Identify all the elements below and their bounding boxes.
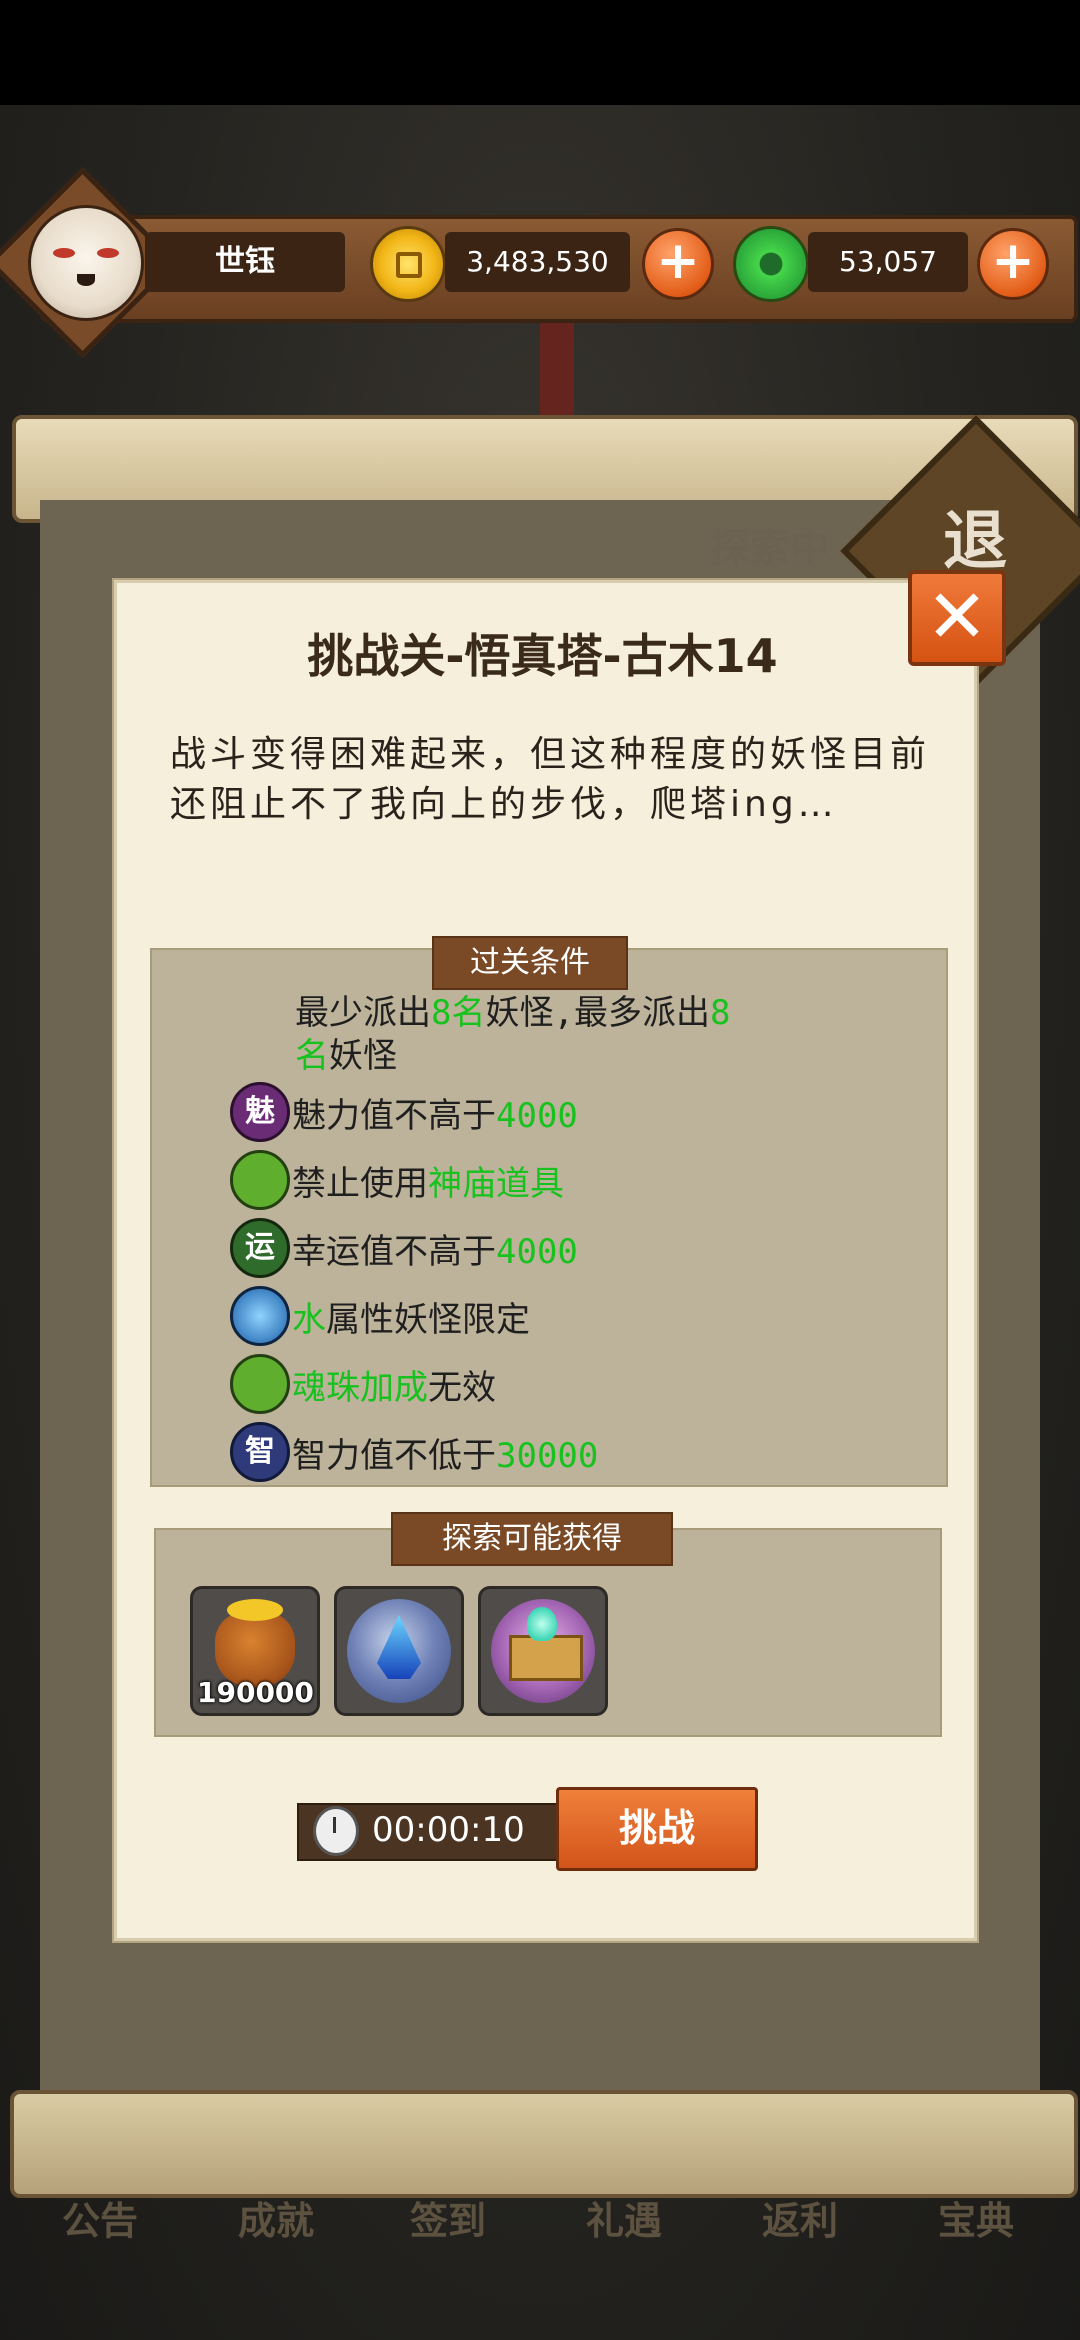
condition-wisdom: 智力值不低于30000 bbox=[292, 1428, 598, 1477]
gold-coins bbox=[227, 1599, 283, 1621]
charm-icon: 魅 bbox=[230, 1082, 290, 1142]
jade-icon bbox=[733, 226, 809, 302]
fox-mask-avatar[interactable] bbox=[28, 205, 144, 321]
scroll-bottom-rod bbox=[10, 2090, 1078, 2198]
add-jade-button[interactable]: + bbox=[977, 228, 1049, 300]
jade-amount: 53,057 bbox=[839, 245, 937, 278]
rewards-label: 探索可能获得 bbox=[391, 1512, 673, 1566]
spirit-flame bbox=[527, 1607, 557, 1641]
condition-text: 魅力值不高于 bbox=[292, 1096, 496, 1136]
dialog-title: 挑战关-悟真塔-古木14 bbox=[307, 629, 778, 683]
water-drop-icon bbox=[230, 1286, 290, 1346]
condition-text: 智力值不低于 bbox=[292, 1436, 496, 1476]
tab-achievements[interactable]: 成就 bbox=[238, 2190, 314, 2245]
tab-gifts[interactable]: 礼遇 bbox=[586, 2190, 662, 2245]
reward-count: 190000 bbox=[197, 1676, 314, 1709]
condition-text: 属性妖怪限定 bbox=[326, 1300, 530, 1340]
condition-value: 魂珠加成 bbox=[292, 1368, 428, 1408]
condition-water-only: 水属性妖怪限定 bbox=[292, 1292, 530, 1341]
tab-checkin[interactable]: 签到 bbox=[410, 2190, 486, 2245]
dispatch-max-count: 8 bbox=[709, 993, 731, 1033]
gold-coin-icon bbox=[370, 226, 446, 302]
dispatch-text: 最少派出 bbox=[295, 993, 431, 1033]
dispatch-rule-line1: 最少派出8名妖怪,最多派出8 bbox=[295, 985, 730, 1034]
soul-orb-icon bbox=[230, 1354, 290, 1414]
exit-diamond-label: 退 bbox=[943, 505, 1007, 579]
player-name: 世钰 bbox=[215, 244, 275, 279]
dispatch-min-count: 8名 bbox=[431, 993, 486, 1033]
dispatch-text: 妖怪,最多派出 bbox=[485, 993, 710, 1033]
tab-announcement[interactable]: 公告 bbox=[62, 2190, 138, 2245]
condition-value: 4000 bbox=[496, 1096, 578, 1136]
book-shape bbox=[509, 1635, 583, 1681]
condition-soul-orb: 魂珠加成无效 bbox=[292, 1360, 496, 1409]
reward-slot-crystal[interactable] bbox=[334, 1586, 464, 1716]
reward-slot-gold[interactable]: 190000 bbox=[190, 1586, 320, 1716]
tab-guide[interactable]: 宝典 bbox=[938, 2190, 1014, 2245]
add-gold-button[interactable]: + bbox=[642, 228, 714, 300]
dispatch-text: 妖怪 bbox=[329, 1036, 397, 1076]
condition-no-temple-items: 禁止使用神庙道具 bbox=[292, 1156, 564, 1205]
luck-icon: 运 bbox=[230, 1218, 290, 1278]
dialog-description: 战斗变得困难起来，但这种程度的妖怪目前还阻止不了我向上的步伐，爬塔ing… bbox=[170, 734, 931, 825]
timer-text: 00:00:10 bbox=[372, 1810, 525, 1850]
reward-slot-spellbook[interactable] bbox=[478, 1586, 608, 1716]
condition-text: 幸运值不高于 bbox=[292, 1232, 496, 1272]
exploring-tag: 探索中 bbox=[710, 525, 830, 571]
challenge-button[interactable]: 挑战 bbox=[556, 1787, 758, 1871]
forbidden-icon bbox=[230, 1150, 290, 1210]
avatar-eye bbox=[53, 248, 75, 258]
dispatch-unit: 名 bbox=[295, 1036, 329, 1076]
avatar-eye bbox=[97, 248, 119, 258]
avatar-nose bbox=[77, 274, 95, 286]
stopwatch-icon bbox=[313, 1806, 359, 1856]
condition-value: 水 bbox=[292, 1300, 326, 1340]
condition-value: 4000 bbox=[496, 1232, 578, 1272]
condition-value: 神庙道具 bbox=[428, 1164, 564, 1204]
conditions-label: 过关条件 bbox=[432, 936, 628, 990]
tab-rebate[interactable]: 返利 bbox=[762, 2190, 838, 2245]
status-bar bbox=[0, 0, 1080, 105]
dispatch-rule-line2: 名妖怪 bbox=[295, 1028, 397, 1077]
gold-amount: 3,483,530 bbox=[466, 245, 609, 278]
wisdom-icon: 智 bbox=[230, 1422, 290, 1482]
condition-luck: 幸运值不高于4000 bbox=[292, 1224, 578, 1273]
condition-text: 无效 bbox=[428, 1368, 496, 1408]
condition-value: 30000 bbox=[496, 1436, 599, 1476]
condition-text: 禁止使用 bbox=[292, 1164, 428, 1204]
condition-charm: 魅力值不高于4000 bbox=[292, 1088, 578, 1137]
